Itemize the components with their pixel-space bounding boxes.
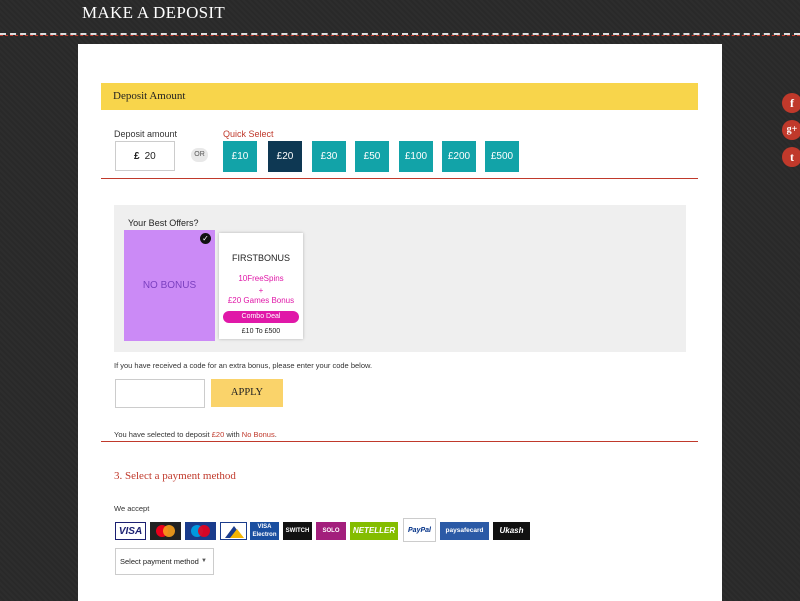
section-divider (101, 441, 698, 442)
summary-prefix: You have selected to deposit (114, 430, 210, 439)
bonus-range: £10 To £500 (241, 328, 281, 335)
offers-title: Your Best Offers? (128, 218, 199, 228)
paysafecard-logo-icon: paysafecard (440, 522, 489, 540)
quick-select-50-button[interactable]: £50 (355, 141, 389, 172)
visa-logo-icon: VISA (115, 522, 146, 540)
summary-bonus: No Bonus (241, 430, 275, 439)
we-accept-label: We accept (114, 504, 150, 513)
combo-deal-badge: Combo Deal (223, 311, 299, 323)
paypal-logo-icon: PayPal (403, 518, 436, 542)
google-plus-icon[interactable]: g+ (782, 120, 800, 140)
deposit-summary: You have selected to deposit £20 with No… (114, 430, 277, 439)
maestro-logo-icon (185, 522, 216, 540)
summary-with: with (226, 430, 240, 439)
visa-electron-logo-icon: VISA Electron (250, 522, 279, 540)
quick-select-500-button[interactable]: £500 (485, 141, 519, 172)
delta-logo-icon (220, 522, 247, 540)
ukash-logo-icon: Ukash (493, 522, 530, 540)
bonus-line: £20 Games Bonus (227, 296, 295, 305)
deposit-amount-input[interactable]: £ 20 (115, 141, 175, 171)
firstbonus-card[interactable]: FIRSTBONUS 10FreeSpins + £20 Games Bonus… (219, 233, 303, 339)
quick-select-20-button[interactable]: £20 (268, 141, 302, 172)
switch-logo-icon: SWITCH (283, 522, 312, 540)
deposit-panel: Deposit Amount Deposit amount Quick Sele… (78, 44, 722, 601)
bonus-code-note: If you have received a code for an extra… (114, 361, 373, 370)
deposit-amount-label: Deposit amount (114, 129, 178, 139)
quick-select-10-button[interactable]: £10 (223, 141, 257, 172)
deposit-amount-header: Deposit Amount (101, 83, 698, 110)
payment-method-select-label: Select payment method (120, 557, 199, 566)
summary-amount: £20 (211, 430, 225, 439)
or-badge: OR (191, 148, 208, 162)
mastercard-logo-icon (150, 522, 181, 540)
checkmark-icon: ✓ (200, 233, 211, 244)
title-divider-accent (0, 35, 800, 36)
bonus-line: 10FreeSpins (238, 274, 284, 283)
summary-suffix: . (274, 430, 277, 439)
payment-section-title: 3. Select a payment method (114, 470, 236, 482)
twitter-icon[interactable]: t (782, 147, 800, 167)
page-title: MAKE A DEPOSIT (82, 3, 226, 22)
section-divider (101, 178, 698, 179)
no-bonus-card[interactable]: NO BONUS (124, 230, 215, 341)
quick-select-label: Quick Select (223, 129, 274, 139)
bonus-code-name: FIRSTBONUS (231, 253, 290, 263)
payment-method-select[interactable]: Select payment method ▼ (115, 548, 214, 575)
bonus-line: + (258, 286, 264, 295)
quick-select-30-button[interactable]: £30 (312, 141, 346, 172)
chevron-down-icon: ▼ (201, 558, 207, 564)
quick-select-100-button[interactable]: £100 (399, 141, 433, 172)
neteller-logo-icon: NETELLER (350, 522, 398, 540)
deposit-amount-value: 20 (144, 150, 156, 162)
apply-button[interactable]: APPLY (211, 379, 283, 407)
quick-select-200-button[interactable]: £200 (442, 141, 476, 172)
currency-symbol: £ (134, 150, 140, 162)
solo-logo-icon: SOLO (316, 522, 346, 540)
bonus-code-input[interactable] (115, 379, 205, 408)
facebook-icon[interactable]: f (782, 93, 800, 113)
